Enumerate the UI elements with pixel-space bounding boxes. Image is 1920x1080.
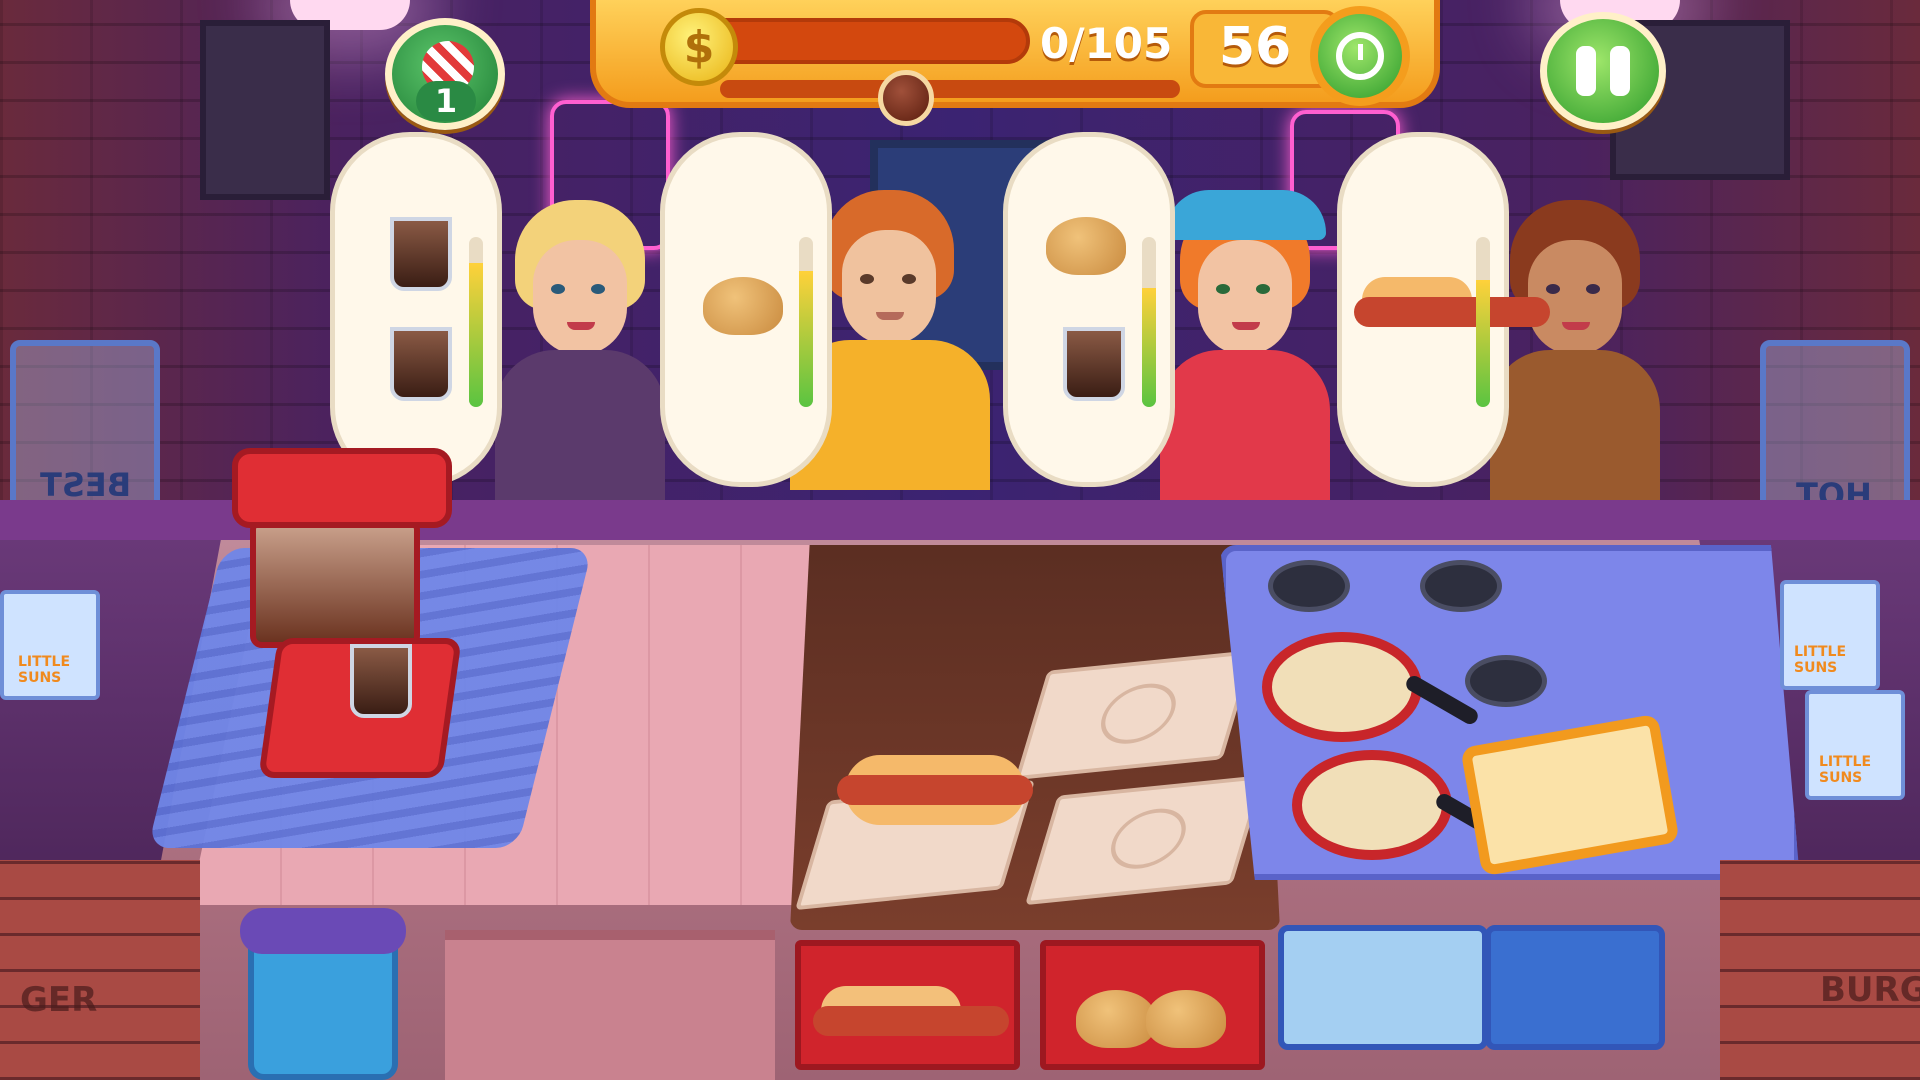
right-front-text: BURG	[1820, 970, 1920, 1010]
timer-icon	[1310, 6, 1410, 106]
booster-button[interactable]: 1	[385, 18, 505, 130]
box-label: LITTLE SUNS	[1794, 644, 1847, 676]
hotdog-bun-drawer[interactable]	[795, 940, 1020, 1070]
burner[interactable]	[1465, 655, 1547, 707]
patience-meter	[1476, 237, 1490, 407]
box-label: LITTLE SUNS	[18, 654, 71, 686]
cola-jar	[250, 518, 420, 648]
order-bubble-2[interactable]	[660, 132, 832, 487]
left-sign-text: BEST	[40, 466, 132, 504]
mouth	[567, 322, 595, 330]
order-bubble-1[interactable]	[330, 132, 502, 487]
coin-counter: 0/105	[1040, 19, 1173, 68]
patience-fill	[1476, 279, 1490, 407]
patience-meter	[469, 237, 483, 407]
mouth	[1562, 322, 1590, 330]
eye	[860, 274, 874, 284]
booster-count: 1	[416, 81, 476, 121]
level-progress-knob	[878, 70, 934, 126]
cola-glass-icon	[390, 327, 452, 401]
game-scene: BEST HOT LITTLE SUNS LITTLE SUNS LITTLE …	[0, 0, 1920, 1080]
burger-bun-drawer[interactable]	[1040, 940, 1265, 1070]
takeout-box: LITTLE SUNS	[0, 590, 100, 700]
frying-pan[interactable]	[1262, 632, 1422, 742]
face	[1528, 240, 1622, 355]
bun-icon	[1076, 990, 1156, 1048]
eye	[591, 284, 605, 294]
pause-bar-icon	[1610, 46, 1630, 96]
takeout-box: LITTLE SUNS	[1805, 690, 1905, 800]
hotdog-item[interactable]	[837, 755, 1033, 825]
coin-progress-track	[700, 18, 1030, 64]
plate-emblem	[1093, 680, 1184, 748]
front-brick-right: BURG	[1720, 860, 1920, 1080]
coin-icon: $	[660, 8, 738, 86]
mouth	[876, 312, 904, 320]
face	[842, 230, 936, 345]
pause-button[interactable]	[1540, 12, 1666, 130]
frying-pan[interactable]	[1292, 750, 1452, 860]
trash-lid[interactable]	[240, 908, 406, 954]
coin-symbol: $	[683, 21, 715, 73]
patience-meter	[1142, 237, 1156, 407]
lower-shelf	[445, 930, 775, 1080]
eye	[902, 274, 916, 284]
patience-fill	[799, 271, 813, 407]
bun-icon	[1146, 990, 1226, 1048]
burner[interactable]	[1420, 560, 1502, 612]
level-progress-track	[720, 80, 1180, 98]
patience-fill	[1142, 288, 1156, 407]
eye	[1256, 284, 1270, 294]
body	[495, 350, 665, 500]
customer-red-hat-woman[interactable]	[1160, 190, 1330, 500]
burner[interactable]	[1268, 560, 1350, 612]
machine-top	[232, 448, 452, 528]
hat	[1166, 190, 1326, 240]
patience-fill	[469, 262, 483, 407]
cola-glass-icon	[1063, 327, 1125, 401]
burger-icon	[703, 277, 783, 335]
order-bubble-4[interactable]	[1337, 132, 1550, 487]
plate-emblem	[1103, 805, 1194, 873]
eye	[1586, 284, 1600, 294]
face	[533, 240, 627, 355]
mouth	[1232, 322, 1260, 330]
box-label: LITTLE SUNS	[1819, 754, 1872, 786]
body	[1160, 350, 1330, 500]
customer-blonde-woman[interactable]	[495, 200, 665, 500]
front-brick-left: GER	[0, 860, 200, 1080]
patience-meter	[799, 237, 813, 407]
body	[1490, 350, 1660, 500]
eye	[1546, 284, 1560, 294]
cola-machine[interactable]	[232, 448, 462, 783]
pause-bar-icon	[1576, 46, 1596, 96]
timer-value: 56	[1218, 17, 1292, 77]
cola-glass-icon	[390, 217, 452, 291]
hotdog-icon	[1354, 277, 1550, 327]
takeout-box: LITTLE SUNS	[1780, 580, 1880, 690]
face	[1198, 240, 1292, 355]
order-bubble-3[interactable]	[1003, 132, 1175, 487]
patty-bin[interactable]	[1278, 925, 1488, 1050]
left-front-text: GER	[20, 980, 98, 1020]
burger-icon	[1046, 217, 1126, 275]
clock-icon	[1336, 32, 1384, 80]
bun-icon	[813, 986, 1009, 1036]
wall-poster	[200, 20, 330, 200]
eye	[551, 284, 565, 294]
cola-glass-ready[interactable]	[350, 644, 412, 718]
customer-curly-hair-woman[interactable]	[1490, 200, 1660, 500]
eye	[1216, 284, 1230, 294]
sausage-bin[interactable]	[1485, 925, 1665, 1050]
